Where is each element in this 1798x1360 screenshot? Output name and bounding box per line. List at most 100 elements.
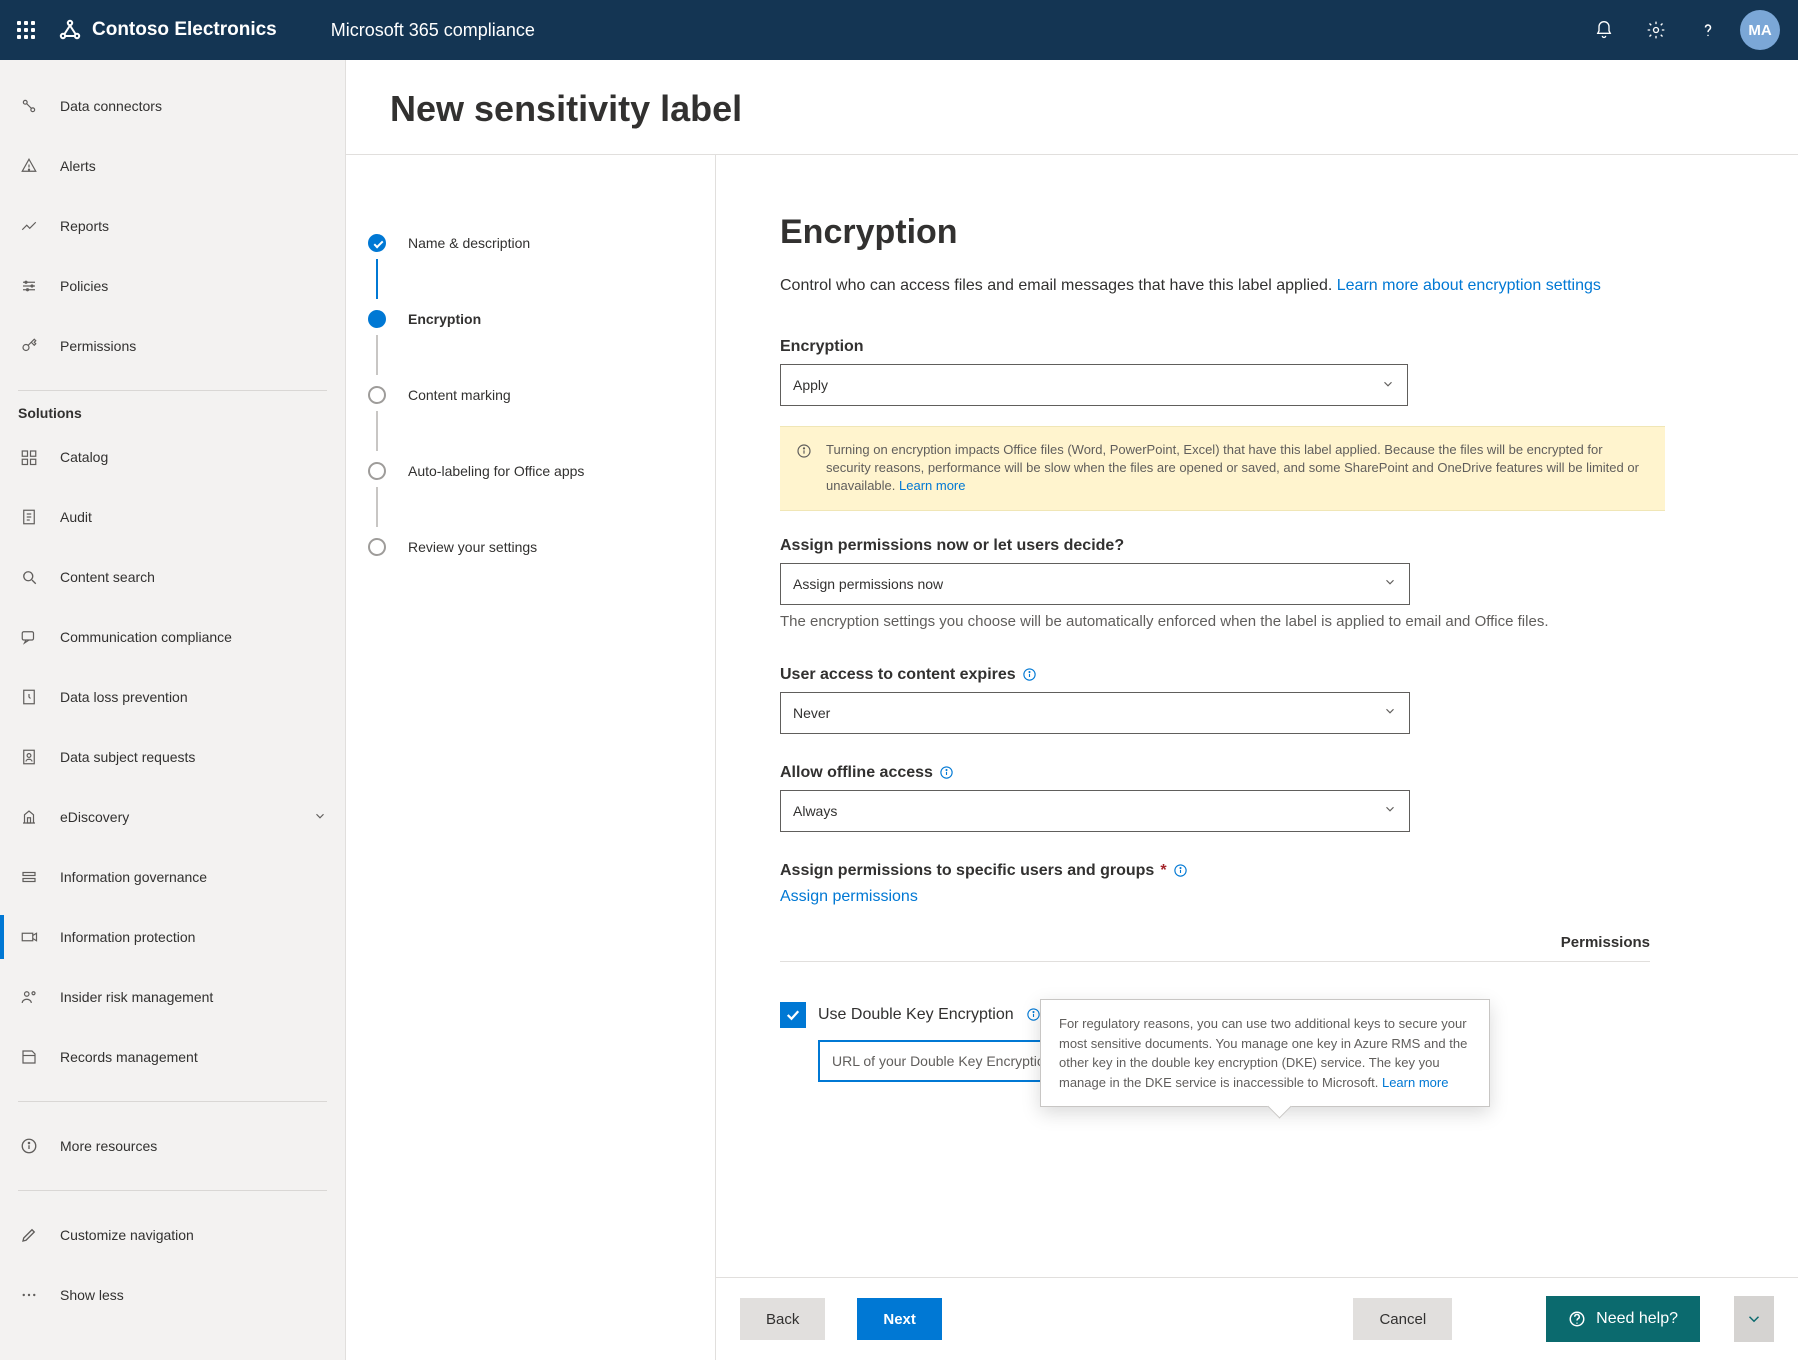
sidebar-label: Information protection (60, 929, 195, 945)
field-label-offline: Allow offline access (780, 764, 1780, 782)
wizard-step-name-description[interactable]: Name & description (356, 205, 715, 281)
ediscovery-icon (18, 808, 40, 826)
sidebar-label: eDiscovery (60, 809, 129, 825)
sidebar-item-customize-navigation[interactable]: Customize navigation (0, 1205, 345, 1265)
wizard-step-review-your-settings[interactable]: Review your settings (356, 509, 715, 585)
connector-icon (18, 97, 40, 115)
encryption-warning-banner: Turning on encryption impacts Office fil… (780, 426, 1665, 511)
comm-icon (18, 628, 40, 646)
step-label: Review your settings (408, 539, 537, 555)
catalog-icon (18, 448, 40, 466)
main-content: New sensitivity label Name & description… (346, 60, 1798, 1360)
warning-learn-more-link[interactable]: Learn more (899, 478, 965, 493)
sidebar-item-communication-compliance[interactable]: Communication compliance (0, 607, 345, 667)
sidebar-item-permissions[interactable]: Permissions (0, 316, 345, 376)
next-button[interactable]: Next (857, 1298, 942, 1340)
dsr-icon (18, 748, 40, 766)
solutions-heading: Solutions (0, 405, 345, 421)
settings-icon[interactable] (1636, 10, 1676, 50)
step-bullet-icon (368, 310, 386, 328)
chevron-down-icon (1383, 802, 1397, 819)
offline-dropdown[interactable]: Always (780, 790, 1410, 832)
sidebar-item-data-subject-requests[interactable]: Data subject requests (0, 727, 345, 787)
wizard-step-auto-labeling-for-office-apps[interactable]: Auto-labeling for Office apps (356, 433, 715, 509)
sidebar-item-data-loss-prevention[interactable]: Data loss prevention (0, 667, 345, 727)
sidebar-label: Data subject requests (60, 749, 195, 765)
chevron-down-icon (1383, 704, 1397, 721)
assign-decide-hint: The encryption settings you choose will … (780, 611, 1650, 632)
sidebar-item-ediscovery[interactable]: eDiscovery (0, 787, 345, 847)
permissions-column: Permissions (1530, 934, 1650, 962)
headset-icon (1568, 1310, 1586, 1328)
sidebar-item-records-management[interactable]: Records management (0, 1027, 345, 1087)
brand-logo-icon (58, 18, 82, 42)
dropdown-value: Assign permissions now (793, 576, 943, 592)
form-area: Encryption Control who can access files … (716, 155, 1798, 1277)
suite-name: Microsoft 365 compliance (331, 20, 535, 41)
dropdown-value: Always (793, 803, 837, 819)
info-icon[interactable] (1173, 863, 1189, 879)
expires-dropdown[interactable]: Never (780, 692, 1410, 734)
notifications-icon[interactable] (1584, 10, 1624, 50)
app-launcher-icon[interactable] (0, 21, 52, 39)
chevron-down-icon (1381, 377, 1395, 394)
assign-decide-dropdown[interactable]: Assign permissions now (780, 563, 1410, 605)
wizard-steps: Name & description EncryptionContent mark… (346, 155, 716, 1360)
dlp-icon (18, 688, 40, 706)
dke-checkbox[interactable] (780, 1002, 806, 1028)
permissions-icon (18, 337, 40, 355)
sidebar-item-insider-risk-management[interactable]: Insider risk management (0, 967, 345, 1027)
sidebar-item-information-protection[interactable]: Information protection (0, 907, 345, 967)
sidebar-item-data-connectors[interactable]: Data connectors (0, 76, 345, 136)
step-label: Name & description (408, 235, 530, 251)
sidebar-label: Records management (60, 1049, 198, 1065)
sidebar-item-show-less[interactable]: Show less (0, 1265, 345, 1325)
chevron-down-icon (1383, 575, 1397, 592)
sidebar-label: Customize navigation (60, 1227, 194, 1243)
sidebar-label: Reports (60, 218, 109, 234)
step-bullet-icon (368, 386, 386, 404)
step-bullet-icon (368, 234, 386, 252)
sidebar-item-policies[interactable]: Policies (0, 256, 345, 316)
sidebar-item-catalog[interactable]: Catalog (0, 427, 345, 487)
policies-icon (18, 277, 40, 295)
wizard-step-content-marking[interactable]: Content marking (356, 357, 715, 433)
sidebar-label: Permissions (60, 338, 136, 354)
encryption-dropdown[interactable]: Apply (780, 364, 1408, 406)
sidebar-item-information-governance[interactable]: Information governance (0, 847, 345, 907)
section-description: Control who can access files and email m… (780, 274, 1660, 298)
reports-icon (18, 217, 40, 235)
dropdown-value: Apply (793, 377, 828, 393)
wizard-step-encryption[interactable]: Encryption (356, 281, 715, 357)
info-icon (796, 443, 812, 459)
top-bar: Contoso Electronics Microsoft 365 compli… (0, 0, 1798, 60)
info-icon[interactable] (1022, 667, 1038, 683)
ellipsis-icon (18, 1286, 40, 1304)
need-help-expand-button[interactable] (1734, 1296, 1774, 1342)
sidebar-item-reports[interactable]: Reports (0, 196, 345, 256)
field-label-encryption: Encryption (780, 338, 1780, 356)
sidebar-label: Communication compliance (60, 629, 232, 645)
help-icon[interactable] (1688, 10, 1728, 50)
info-icon[interactable] (939, 765, 955, 781)
back-button[interactable]: Back (740, 1298, 825, 1340)
alert-icon (18, 157, 40, 175)
info-icon (18, 1137, 40, 1155)
cancel-button[interactable]: Cancel (1353, 1298, 1452, 1340)
sidebar-label: Show less (60, 1287, 124, 1303)
sidebar-item-more-resources[interactable]: More resources (0, 1116, 345, 1176)
user-avatar[interactable]: MA (1740, 10, 1780, 50)
sidebar-label: Audit (60, 509, 92, 525)
sidebar-item-audit[interactable]: Audit (0, 487, 345, 547)
records-icon (18, 1048, 40, 1066)
search-icon (18, 568, 40, 586)
need-help-button[interactable]: Need help? (1546, 1296, 1700, 1342)
sidebar-item-alerts[interactable]: Alerts (0, 136, 345, 196)
page-title: New sensitivity label (346, 60, 1798, 154)
tooltip-learn-more-link[interactable]: Learn more (1382, 1075, 1448, 1090)
assign-permissions-link[interactable]: Assign permissions (780, 888, 918, 905)
brand[interactable]: Contoso Electronics (58, 18, 277, 42)
learn-more-encryption-link[interactable]: Learn more about encryption settings (1337, 277, 1601, 294)
sidebar-label: Information governance (60, 869, 207, 885)
sidebar-item-content-search[interactable]: Content search (0, 547, 345, 607)
